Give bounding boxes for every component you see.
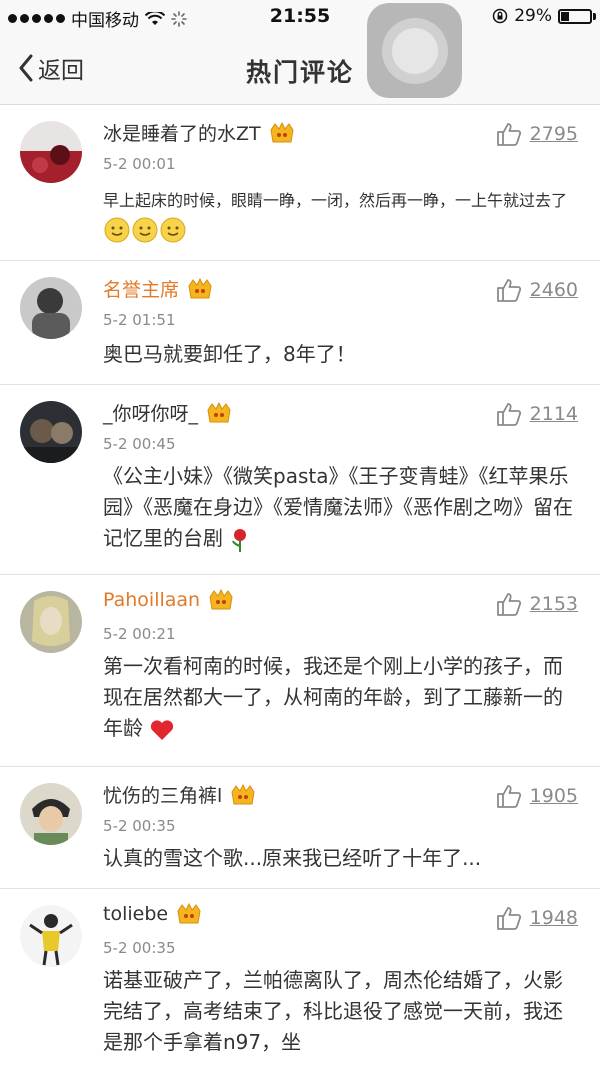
comment-time: 5-2 00:35 bbox=[103, 939, 176, 957]
avatar[interactable] bbox=[20, 905, 82, 967]
comment-item: toliebe 5-2 00:35 1948 诺基亚破产了，兰帕德离队了，周杰伦… bbox=[0, 889, 600, 1089]
like-count: 2114 bbox=[529, 403, 578, 425]
battery-icon bbox=[558, 8, 596, 24]
thumbs-up-icon bbox=[496, 403, 521, 426]
username[interactable]: toliebe bbox=[103, 903, 168, 925]
comment-text-body: 早上起床的时候，眼睛一睁，一闭，然后再一睁，一上午就过去了 bbox=[103, 191, 568, 210]
status-bar: 中国移动 21:55 29% bbox=[0, 0, 600, 34]
like-button[interactable]: 1948 bbox=[496, 905, 578, 931]
comment-item: 忧伤的三角裤l 5-2 00:35 1905 认真的雪这个歌...原来我已经听了… bbox=[0, 767, 600, 889]
comment-time: 5-2 00:35 bbox=[103, 817, 176, 835]
username-row: 名誉主席 bbox=[103, 275, 213, 302]
like-count: 1948 bbox=[529, 907, 578, 929]
username-row: 忧伤的三角裤l bbox=[103, 781, 256, 808]
like-button[interactable]: 1905 bbox=[496, 783, 578, 809]
vip-badge-icon bbox=[231, 783, 255, 804]
comment-time: 5-2 00:21 bbox=[103, 625, 176, 643]
thumbs-up-icon bbox=[496, 279, 521, 302]
thumbs-up-icon bbox=[496, 123, 521, 146]
comment-text: 诺基亚破产了，兰帕德离队了，周杰伦结婚了，火影完结了，高考结束了，科比退役了感觉… bbox=[103, 965, 578, 1058]
rotation-lock-icon bbox=[492, 8, 508, 24]
red-heart-icon bbox=[151, 719, 174, 740]
username[interactable]: Pahoillaan bbox=[103, 589, 200, 611]
comment-item: 名誉主席 5-2 01:51 2460 奥巴马就要卸任了，8年了！ bbox=[0, 261, 600, 385]
vip-badge-icon bbox=[188, 277, 212, 298]
username[interactable]: 忧伤的三角裤l bbox=[103, 781, 222, 808]
like-count: 2795 bbox=[529, 123, 578, 145]
avatar[interactable] bbox=[20, 591, 82, 653]
comment-text-body: 诺基亚破产了，兰帕德离队了，周杰伦结婚了，火影完结了，高考结束了，科比退役了感觉… bbox=[103, 968, 563, 1054]
comment-item: Pahoillaan 5-2 00:21 2153 第一次看柯南的时候，我还是个… bbox=[0, 575, 600, 767]
comment-item: 冰是睡着了的水ZT 5-2 00:01 2795 早上起床的时候，眼睛一睁，一闭… bbox=[0, 105, 600, 261]
smile-emoji-icon bbox=[104, 217, 130, 243]
avatar[interactable] bbox=[20, 277, 82, 339]
like-count: 1905 bbox=[529, 785, 578, 807]
username-row: 冰是睡着了的水ZT bbox=[103, 119, 295, 146]
comment-text: 奥巴马就要卸任了，8年了！ bbox=[103, 342, 356, 366]
like-count: 2153 bbox=[529, 593, 578, 615]
like-count: 2460 bbox=[529, 279, 578, 301]
assistive-touch-button[interactable] bbox=[367, 3, 462, 98]
vip-badge-icon bbox=[209, 589, 233, 610]
avatar[interactable] bbox=[20, 783, 82, 845]
smile-emoji-icon bbox=[160, 217, 186, 243]
thumbs-up-icon bbox=[496, 785, 521, 808]
battery-level bbox=[561, 11, 569, 21]
page-title: 热门评论 bbox=[245, 58, 354, 87]
avatar[interactable] bbox=[20, 401, 82, 463]
nav-bar: 返回 热门评论 bbox=[0, 34, 600, 105]
username-row: Pahoillaan bbox=[103, 589, 234, 611]
vip-badge-icon bbox=[270, 121, 294, 142]
comment-list: 冰是睡着了的水ZT 5-2 00:01 2795 早上起床的时候，眼睛一睁，一闭… bbox=[0, 105, 600, 1089]
battery-percent: 29% bbox=[514, 6, 552, 26]
comment-time: 5-2 01:51 bbox=[103, 311, 176, 329]
username[interactable]: _你呀你呀_ bbox=[103, 399, 198, 426]
smile-emoji-icon bbox=[132, 217, 158, 243]
comment-text: 早上起床的时候，眼睛一睁，一闭，然后再一睁，一上午就过去了 bbox=[103, 187, 578, 245]
like-button[interactable]: 2460 bbox=[496, 277, 578, 303]
thumbs-up-icon bbox=[496, 593, 521, 616]
comment-text: 《公主小妹》《微笑pasta》《王子变青蛙》《红苹果乐园》《恶魔在身边》《爱情魔… bbox=[103, 461, 578, 554]
comment-time: 5-2 00:45 bbox=[103, 435, 176, 453]
avatar[interactable] bbox=[20, 121, 82, 183]
username-row: _你呀你呀_ bbox=[103, 399, 232, 426]
status-bar-right: 29% bbox=[492, 6, 596, 26]
like-button[interactable]: 2114 bbox=[496, 401, 578, 427]
thumbs-up-icon bbox=[496, 907, 521, 930]
comment-item: _你呀你呀_ 5-2 00:45 2114 《公主小妹》《微笑pasta》《王子… bbox=[0, 385, 600, 575]
username[interactable]: 名誉主席 bbox=[103, 275, 179, 302]
comment-text: 第一次看柯南的时候，我还是个刚上小学的孩子，而现在居然都大一了，从柯南的年龄，到… bbox=[103, 651, 578, 744]
comment-time: 5-2 00:01 bbox=[103, 155, 176, 173]
comment-text-body: 《公主小妹》《微笑pasta》《王子变青蛙》《红苹果乐园》《恶魔在身边》《爱情魔… bbox=[103, 464, 573, 550]
comment-text: 认真的雪这个歌...原来我已经听了十年了... bbox=[103, 846, 482, 870]
username-row: toliebe bbox=[103, 903, 202, 925]
vip-badge-icon bbox=[207, 401, 231, 422]
rose-icon bbox=[232, 528, 247, 552]
like-button[interactable]: 2153 bbox=[496, 591, 578, 617]
vip-badge-icon bbox=[177, 903, 201, 924]
username[interactable]: 冰是睡着了的水ZT bbox=[103, 119, 261, 146]
like-button[interactable]: 2795 bbox=[496, 121, 578, 147]
